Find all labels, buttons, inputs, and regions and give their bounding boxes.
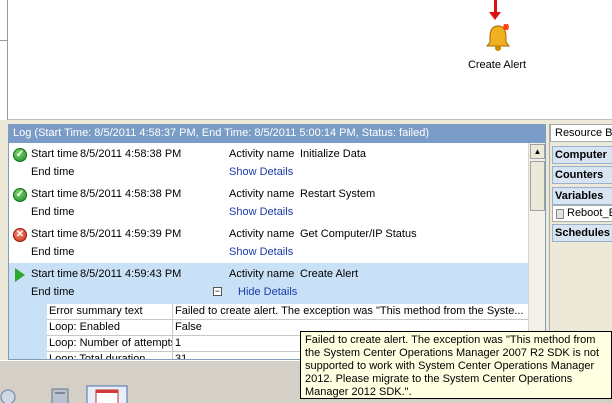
resource-section-schedules[interactable]: Schedules — [552, 224, 612, 242]
collapse-minus-icon[interactable]: − — [213, 287, 222, 296]
taskbar-app-icon[interactable] — [0, 387, 22, 403]
activity-name-value: Initialize Data — [300, 148, 367, 160]
start-time-value: 8/5/2011 4:59:39 PM — [80, 228, 182, 240]
end-time-label: End time — [31, 246, 75, 258]
error-tooltip: Failed to create alert. The exception wa… — [300, 331, 612, 399]
start-time-label: Start time — [31, 228, 79, 240]
resource-browser: Resource Br Computer Counters Variables … — [549, 124, 612, 360]
end-time-label: End time — [31, 286, 75, 298]
show-details-link[interactable]: Show Details — [229, 166, 293, 178]
log-entry[interactable]: ✓ Start time 8/5/2011 4:58:38 PM End tim… — [9, 183, 528, 223]
taskbar-active-window-icon[interactable] — [86, 385, 128, 403]
activity-name-label: Activity name — [229, 188, 295, 200]
log-panel: Log (Start Time: 8/5/2011 4:58:37 PM, En… — [8, 124, 546, 360]
details-key: Loop: Total duration — [47, 352, 173, 359]
activity-label: Create Alert — [467, 59, 527, 71]
start-time-label: Start time — [31, 268, 79, 280]
link-arrow-head-icon — [489, 12, 501, 20]
activity-name-value: Restart System — [300, 188, 376, 200]
log-entry-selected[interactable]: Start time 8/5/2011 4:59:43 PM End time … — [9, 263, 528, 303]
ruler-tick — [0, 40, 8, 41]
log-header: Log (Start Time: 8/5/2011 4:58:37 PM, En… — [9, 125, 545, 143]
activity-name-label: Activity name — [229, 228, 295, 240]
activity-name-label: Activity name — [229, 268, 295, 280]
activity-name-label: Activity name — [229, 148, 295, 160]
hide-details-link[interactable]: Hide Details — [238, 286, 297, 298]
success-check-icon: ✓ — [13, 148, 27, 162]
end-time-label: End time — [31, 206, 75, 218]
start-time-label: Start time — [31, 148, 79, 160]
workflow-canvas[interactable]: Create Alert — [0, 0, 612, 120]
success-check-icon: ✓ — [13, 188, 27, 202]
details-key: Loop: Enabled — [47, 320, 173, 336]
variable-item-label: Reboot_E — [567, 207, 612, 219]
canvas-left-ruler — [0, 0, 8, 120]
error-x-icon: ✕ — [13, 228, 27, 242]
resource-section-counters[interactable]: Counters — [552, 166, 612, 184]
running-play-icon — [15, 268, 25, 282]
taskbar-server-icon[interactable] — [46, 387, 76, 403]
details-key: Loop: Number of attempts — [47, 336, 173, 352]
activity-name-value: Create Alert — [300, 268, 359, 280]
scroll-up-icon[interactable]: ▲ — [530, 144, 545, 159]
log-scrollbar[interactable]: ▲ ▼ — [528, 143, 545, 359]
details-value: Failed to create alert. The exception wa… — [175, 305, 524, 317]
resource-browser-title: Resource Br — [550, 124, 612, 142]
variable-icon — [556, 209, 564, 219]
log-entry[interactable]: ✕ Start time 8/5/2011 4:59:39 PM End tim… — [9, 223, 528, 263]
log-entry[interactable]: ✓ Start time 8/5/2011 4:58:38 PM End tim… — [9, 143, 528, 183]
scroll-thumb[interactable] — [530, 161, 545, 211]
resource-section-computer[interactable]: Computer — [552, 146, 612, 164]
start-time-value: 8/5/2011 4:58:38 PM — [80, 188, 182, 200]
create-alert-activity[interactable]: Create Alert — [465, 0, 529, 75]
start-time-value: 8/5/2011 4:59:43 PM — [80, 268, 182, 280]
resource-section-variables[interactable]: Variables — [552, 187, 612, 205]
activity-name-value: Get Computer/IP Status — [300, 228, 417, 240]
details-key: Error summary text — [47, 304, 173, 320]
bell-alert-icon — [486, 23, 510, 51]
start-time-label: Start time — [31, 188, 79, 200]
variable-item[interactable]: Reboot_E — [552, 205, 612, 222]
details-row[interactable]: Error summary text Failed to create aler… — [47, 304, 528, 320]
show-details-link[interactable]: Show Details — [229, 206, 293, 218]
show-details-link[interactable]: Show Details — [229, 246, 293, 258]
end-time-label: End time — [31, 166, 75, 178]
start-time-value: 8/5/2011 4:58:38 PM — [80, 148, 182, 160]
log-list: ✓ Start time 8/5/2011 4:58:38 PM End tim… — [9, 143, 528, 359]
